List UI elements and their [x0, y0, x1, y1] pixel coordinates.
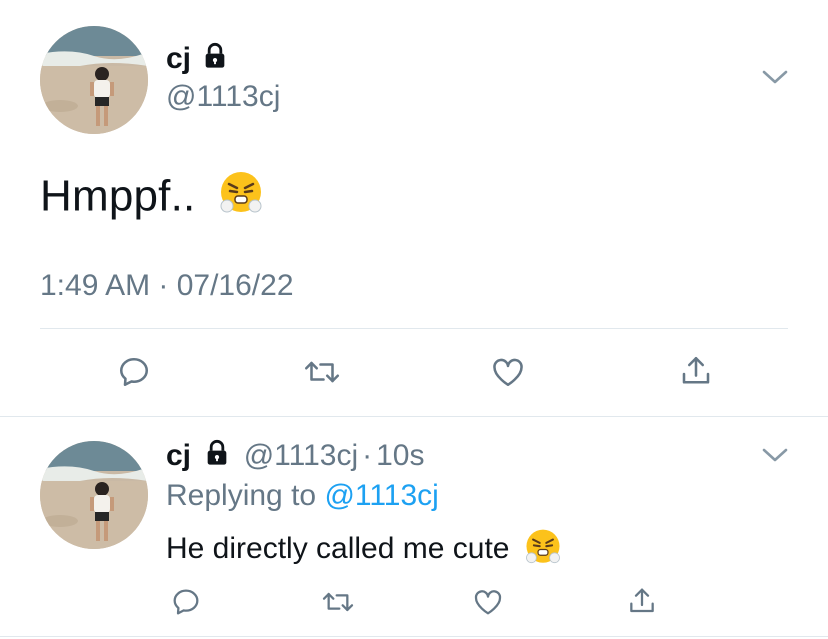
reply-author-handle[interactable]: @1113cj [244, 439, 358, 472]
replying-prefix: Replying to [166, 479, 317, 512]
replying-to-line: Replying to @1113cj [166, 478, 439, 514]
like-button[interactable] [488, 352, 528, 392]
tweet-text-content: Hmppf.. [40, 171, 196, 221]
reply-icon [173, 589, 199, 615]
lock-icon [203, 439, 231, 476]
huffing-face-emoji [218, 170, 264, 228]
lock-icon [201, 42, 229, 75]
reply-button[interactable] [114, 352, 154, 392]
reply-text-content: He directly called me cute [166, 532, 510, 565]
reply-header: cj @1113cj · 10s [166, 438, 425, 476]
author-handle[interactable]: @1113cj [166, 80, 280, 114]
reply-text: He directly called me cute [166, 528, 562, 575]
huffing-face-emoji [524, 528, 562, 575]
divider [40, 328, 788, 329]
avatar-photo [40, 26, 148, 134]
author-header: cj @1113cj [166, 42, 280, 114]
retweet-icon [304, 361, 340, 383]
share-button[interactable] [624, 582, 660, 620]
author-name[interactable]: cj [166, 42, 191, 75]
retweet-button[interactable] [300, 352, 344, 392]
chevron-down-icon[interactable] [760, 66, 790, 93]
avatar-photo [40, 441, 148, 549]
heart-icon [493, 358, 523, 387]
reply-button[interactable] [168, 584, 204, 620]
tweet-timestamp[interactable]: 1:49 AM · 07/16/22 [40, 268, 294, 304]
reply-author-name[interactable]: cj [166, 439, 191, 472]
heart-icon [474, 590, 502, 615]
replying-to-link[interactable]: @1113cj [324, 479, 438, 512]
author-avatar[interactable] [40, 26, 148, 134]
chevron-down-icon[interactable] [760, 444, 790, 471]
divider [0, 636, 828, 637]
share-icon [630, 588, 654, 613]
reply-icon [119, 357, 149, 387]
tweet-text: Hmppf.. [40, 170, 264, 228]
reply-time-ago[interactable]: 10s [376, 439, 424, 472]
like-button[interactable] [470, 584, 506, 620]
divider [0, 416, 828, 417]
retweet-button[interactable] [318, 584, 358, 620]
reply-separator: · [362, 439, 373, 472]
reply-author-avatar[interactable] [40, 441, 148, 549]
retweet-icon [322, 592, 354, 612]
share-icon [682, 356, 710, 384]
share-button[interactable] [676, 350, 716, 392]
